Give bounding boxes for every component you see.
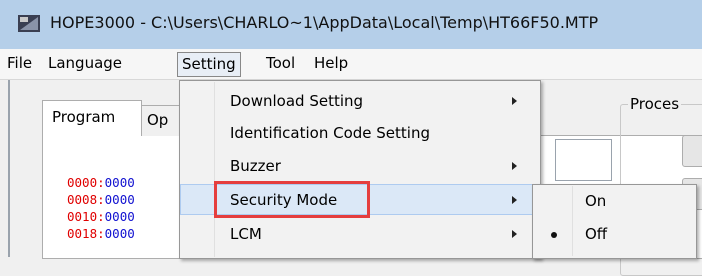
submenu-arrow-icon: [512, 162, 517, 170]
process-group-label: Proces: [628, 95, 682, 113]
menu-item-download-setting[interactable]: Download Setting: [180, 86, 538, 117]
submenu-arrow-icon: [512, 97, 517, 105]
code-value: 0000: [104, 175, 135, 190]
code-line: 0018:0000: [67, 226, 135, 241]
code-line: 0000:0000: [67, 175, 135, 190]
code-value: 0000: [104, 192, 135, 207]
menu-item-identification-code-setting[interactable]: Identification Code Setting: [180, 118, 538, 149]
tab-op[interactable]: Op: [140, 105, 180, 136]
submenu-item-label: On: [585, 192, 607, 210]
code-line: 0010:0000: [67, 209, 135, 224]
submenu-item-label: Off: [585, 225, 608, 243]
process-button[interactable]: [682, 135, 702, 167]
submenu-item-on[interactable]: On: [533, 186, 694, 218]
menu-item-label: Identification Code Setting: [230, 124, 430, 142]
submenu-arrow-icon: [512, 230, 517, 238]
window-left-border: [8, 80, 10, 257]
selected-bullet-icon: [551, 232, 557, 238]
window-title: HOPE3000 - C:\Users\CHARLO~1\AppData\Loc…: [50, 13, 599, 32]
code-value: 0000: [104, 209, 135, 224]
code-line: 0008:0000: [67, 192, 135, 207]
code-address: 0010:: [67, 209, 105, 224]
info-field: [555, 139, 612, 181]
code-value: 0000: [104, 226, 135, 241]
menu-item-lcm[interactable]: LCM: [180, 219, 538, 250]
submenu-item-off[interactable]: Off: [533, 219, 694, 251]
menu-language[interactable]: Language: [48, 54, 122, 72]
menu-file[interactable]: File: [7, 54, 32, 72]
code-address: 0018:: [67, 226, 105, 241]
menu-tool[interactable]: Tool: [266, 54, 295, 72]
tab-op-label: Op: [147, 111, 169, 129]
menu-item-label: Buzzer: [230, 157, 281, 175]
code-address: 0000:: [67, 175, 105, 190]
menu-item-buzzer[interactable]: Buzzer: [180, 151, 538, 182]
menu-help[interactable]: Help: [314, 54, 348, 72]
submenu-arrow-icon: [512, 196, 517, 204]
menu-item-label: Download Setting: [230, 92, 364, 110]
code-address: 0008:: [67, 192, 105, 207]
app-icon: [18, 15, 40, 32]
menu-item-label: LCM: [230, 225, 262, 243]
menu-setting[interactable]: Setting: [177, 52, 241, 77]
annotation-highlight-box: [214, 181, 370, 218]
tab-program[interactable]: Program: [42, 100, 142, 136]
tab-program-label: Program: [52, 108, 116, 126]
